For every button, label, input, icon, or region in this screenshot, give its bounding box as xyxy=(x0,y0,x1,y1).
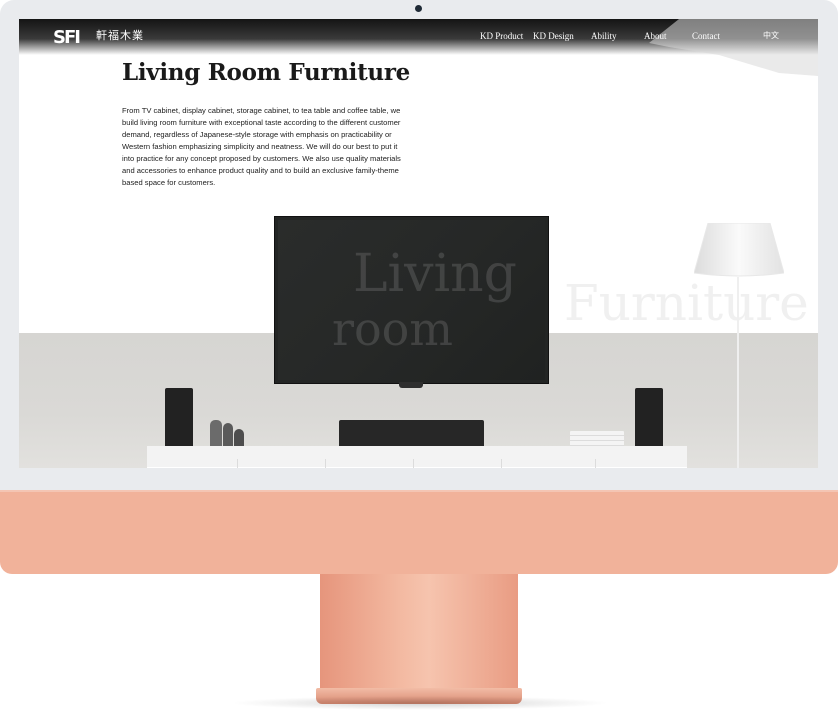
speaker-left xyxy=(165,388,193,448)
nav-kd-design[interactable]: KD Design xyxy=(533,31,574,41)
watermark-living-overlay: Living xyxy=(353,244,517,304)
floor-lamp-pole xyxy=(737,277,739,468)
website-screen: Living room Furniture Living room SFI xyxy=(19,19,818,468)
nav-ability[interactable]: Ability xyxy=(591,31,617,41)
nav-contact[interactable]: Contact xyxy=(692,31,720,41)
nav-kd-product[interactable]: KD Product xyxy=(480,31,523,41)
camera-icon xyxy=(415,5,422,12)
vase xyxy=(210,420,222,449)
monitor-chin xyxy=(0,490,838,574)
language-switch[interactable]: 中文 xyxy=(763,30,779,41)
cabinet-divider xyxy=(237,459,238,468)
stand-shadow xyxy=(230,696,610,710)
page-description: From TV cabinet, display cabinet, storag… xyxy=(122,105,401,187)
watermark-furniture: Furniture xyxy=(564,274,809,332)
cabinet-divider xyxy=(595,459,596,468)
nav-about[interactable]: About xyxy=(644,31,667,41)
cabinet-divider xyxy=(413,459,414,468)
cabinet-divider xyxy=(325,459,326,468)
monitor-stand xyxy=(320,574,518,690)
page-title: Living Room Furniture xyxy=(122,59,410,86)
tv-cabinet xyxy=(147,446,687,468)
watermark-room-overlay: room xyxy=(332,302,453,356)
tv-stand xyxy=(399,382,423,388)
speaker-right xyxy=(635,388,663,448)
cabinet-divider xyxy=(501,459,502,468)
floor-lamp-shade xyxy=(694,223,784,277)
main-nav: KD Product KD Design Ability About Conta… xyxy=(19,31,818,45)
